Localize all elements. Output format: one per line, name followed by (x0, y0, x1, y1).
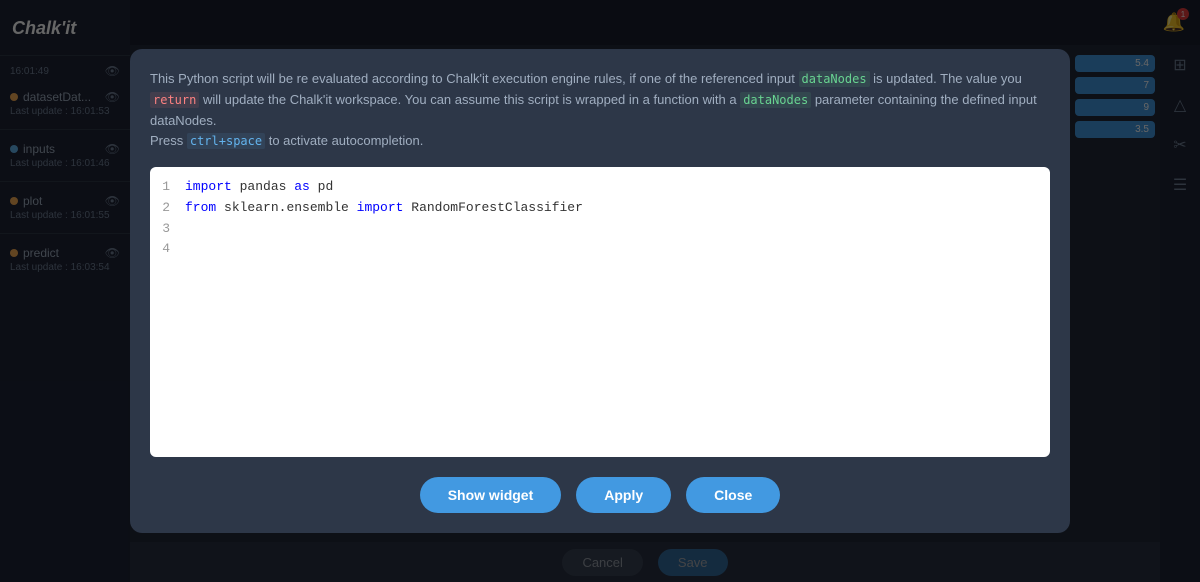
modal-footer: Show widget Apply Close (150, 472, 1050, 513)
code-editor[interactable]: 1 import pandas as pd 2 from sklearn.ens… (150, 167, 1050, 457)
code-line-1: 1 import pandas as pd (150, 177, 1050, 198)
code-line-3: 3 (150, 219, 1050, 240)
line-content-1: import pandas as pd (185, 177, 333, 198)
apply-button[interactable]: Apply (576, 477, 671, 513)
line-number-3: 3 (150, 219, 185, 240)
ctrl-space-highlight: ctrl+space (187, 133, 265, 149)
line-number-1: 1 (150, 177, 185, 198)
code-line-2: 2 from sklearn.ensemble import RandomFor… (150, 198, 1050, 219)
line-content-2: from sklearn.ensemble import RandomFores… (185, 198, 583, 219)
line-number-2: 2 (150, 198, 185, 219)
datanodes-highlight-2: dataNodes (740, 92, 811, 108)
datanodes-highlight-1: dataNodes (799, 71, 870, 87)
modal-description: This Python script will be re evaluated … (150, 69, 1050, 152)
return-highlight: return (150, 92, 199, 108)
modal-overlay: This Python script will be re evaluated … (0, 0, 1200, 582)
show-widget-button[interactable]: Show widget (420, 477, 562, 513)
code-line-4: 4 (150, 239, 1050, 260)
modal-dialog: This Python script will be re evaluated … (130, 49, 1070, 533)
close-button[interactable]: Close (686, 477, 780, 513)
line-number-4: 4 (150, 239, 185, 260)
